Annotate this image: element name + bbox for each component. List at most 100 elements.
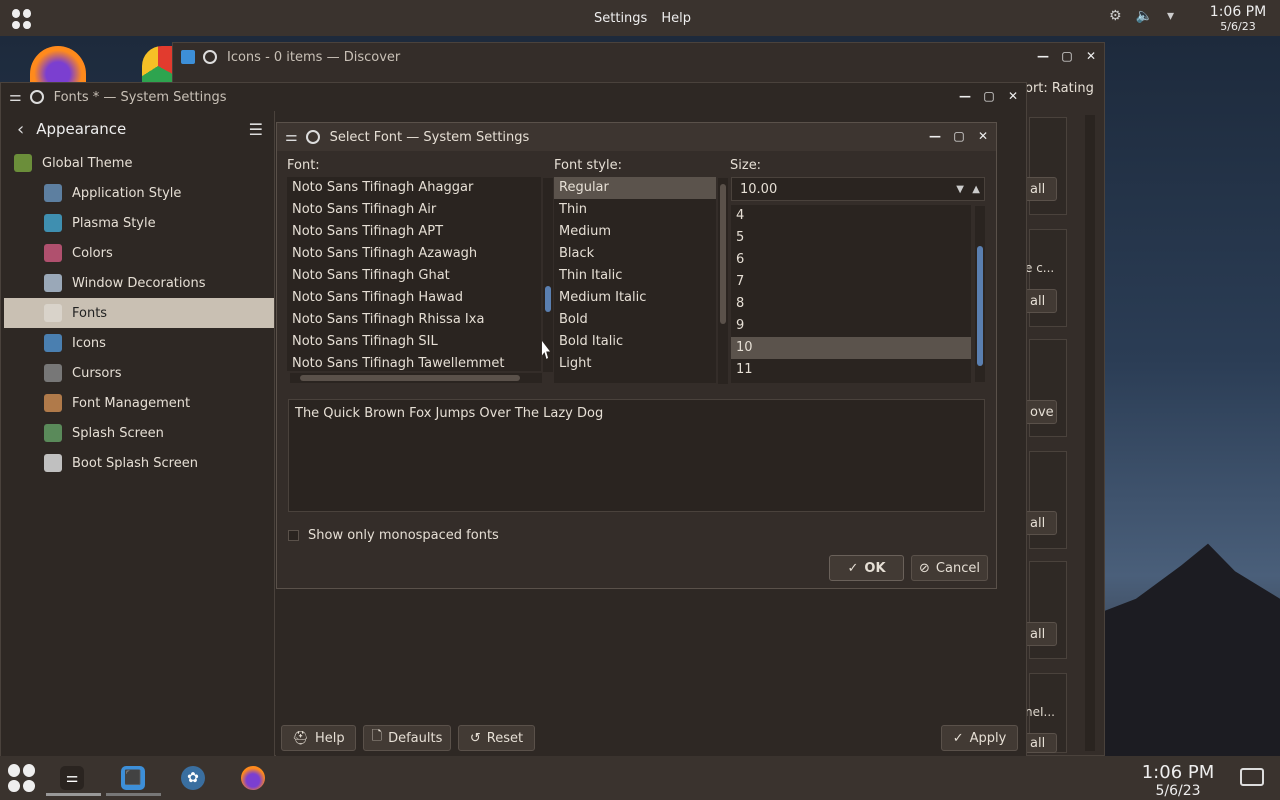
style-list-scrollbar[interactable] [718, 178, 728, 384]
style-list-item[interactable]: Thin Italic [554, 265, 716, 287]
top-clock[interactable]: 1:06 PM 5/6/23 [1206, 4, 1270, 33]
discover-install-button[interactable]: all [1025, 622, 1057, 646]
dialog-titlebar[interactable]: ⚌ Select Font — System Settings — ▢ ✕ [277, 123, 996, 151]
size-list-item[interactable]: 9 [731, 315, 971, 337]
maximize-icon[interactable]: ▢ [980, 87, 998, 105]
sidebar-item-cursors[interactable]: Cursors [4, 358, 274, 388]
font-list-scroll-thumb[interactable] [545, 286, 551, 312]
network-task-icon[interactable]: ✿ [181, 766, 205, 790]
minimize-icon[interactable]: — [956, 87, 974, 105]
menu-help[interactable]: Help [661, 11, 691, 26]
font-list-item[interactable]: Noto Sans Tifinagh Azawagh [287, 243, 541, 265]
sidebar-item-global-theme[interactable]: Global Theme [4, 148, 274, 178]
apply-button[interactable]: ✓ Apply [941, 725, 1018, 751]
reset-button[interactable]: ↺ Reset [458, 725, 535, 751]
back-arrow-icon[interactable]: ‹ [17, 119, 24, 140]
discover-install-button[interactable]: all [1025, 511, 1057, 535]
discover-titlebar[interactable]: Icons - 0 items — Discover — ▢ ✕ [173, 43, 1104, 71]
font-list-hscrollbar[interactable] [290, 373, 542, 383]
font-list-item[interactable]: Noto Sans Tifinagh APT [287, 221, 541, 243]
settings-titlebar[interactable]: ⚌ Fonts * — System Settings — ▢ ✕ [1, 83, 1026, 111]
sidebar-item-plasma-style[interactable]: Plasma Style [4, 208, 274, 238]
font-list-item[interactable]: Noto Sans Tifinagh SIL [287, 331, 541, 353]
close-icon[interactable]: ✕ [974, 127, 992, 145]
maximize-icon[interactable]: ▢ [1058, 47, 1076, 65]
font-list-item[interactable]: Noto Sans Tifinagh Air [287, 199, 541, 221]
font-family-list[interactable]: Noto Sans Tifinagh Ahaggar Noto Sans Tifi… [287, 177, 541, 371]
firefox-task-icon[interactable] [241, 766, 265, 790]
font-preview[interactable]: The Quick Brown Fox Jumps Over The Lazy … [288, 399, 985, 512]
style-list-item[interactable]: Regular [554, 177, 716, 199]
sidebar-item-window-decorations[interactable]: Window Decorations [4, 268, 274, 298]
monospace-checkbox[interactable] [288, 530, 299, 541]
sidebar-item-font-management[interactable]: Font Management [4, 388, 274, 418]
size-list-scroll-thumb[interactable] [977, 246, 983, 366]
discover-scrollbar[interactable] [1085, 115, 1095, 751]
volume-icon[interactable]: 🔈 [1136, 8, 1153, 24]
sidebar-item-icons[interactable]: Icons [4, 328, 274, 358]
taskbar-launcher-icon[interactable] [8, 764, 36, 792]
font-list-item[interactable]: Noto Sans Tifinagh Tawellemmet [287, 353, 541, 371]
close-icon[interactable]: ✕ [1082, 47, 1100, 65]
monospace-label[interactable]: Show only monospaced fonts [308, 528, 499, 543]
style-list-item[interactable]: Black [554, 243, 716, 265]
discover-install-button[interactable]: all [1025, 289, 1057, 313]
hamburger-menu-icon[interactable]: ☰ [249, 120, 263, 139]
style-list-item[interactable]: Bold [554, 309, 716, 331]
style-list-item[interactable]: Medium Italic [554, 287, 716, 309]
sidebar-item-fonts[interactable]: Fonts [4, 298, 274, 328]
size-value[interactable]: 10.00 [740, 182, 777, 197]
style-list-item[interactable]: Light [554, 353, 716, 375]
size-list-scrollbar[interactable] [975, 206, 985, 382]
style-list-item[interactable]: Thin [554, 199, 716, 221]
defaults-button[interactable]: 🗋 Defaults [363, 725, 451, 751]
size-decrease-icon[interactable]: ▼ [956, 184, 964, 195]
font-list-item[interactable]: Noto Sans Tifinagh Ahaggar [287, 177, 541, 199]
style-list-scroll-thumb[interactable] [720, 184, 726, 324]
font-list-item[interactable]: Noto Sans Tifinagh Rhissa Ixa [287, 309, 541, 331]
style-list-item[interactable]: Medium [554, 221, 716, 243]
minimize-icon[interactable]: — [926, 127, 944, 145]
font-list-hscroll-thumb[interactable] [300, 375, 520, 381]
taskbar-clock[interactable]: 1:06 PM 5/6/23 [1138, 762, 1218, 799]
minimize-icon[interactable]: — [1034, 47, 1052, 65]
help-button[interactable]: ⛑ Help [281, 725, 356, 751]
sidebar-item-application-style[interactable]: Application Style [4, 178, 274, 208]
size-list-item[interactable]: 6 [731, 249, 971, 271]
dialog-pin-icon[interactable] [305, 130, 320, 144]
system-settings-task-icon[interactable]: ⚌ [60, 766, 84, 790]
font-list-item[interactable]: Noto Sans Tifinagh Ghat [287, 265, 541, 287]
size-list-item[interactable]: 10 [731, 337, 971, 359]
font-style-list[interactable]: Regular Thin Medium Black Thin Italic Medium … [554, 177, 716, 383]
ok-button[interactable]: ✓ OK [829, 555, 904, 581]
size-increase-icon[interactable]: ▲ [972, 184, 980, 195]
size-list-item[interactable]: 5 [731, 227, 971, 249]
discover-sort-label[interactable]: ort: Rating [1025, 81, 1094, 96]
size-list-item[interactable]: 8 [731, 293, 971, 315]
app-launcher-icon[interactable] [12, 9, 32, 29]
cancel-button[interactable]: ⊘ Cancel [911, 555, 988, 581]
font-list-scrollbar[interactable] [543, 178, 553, 372]
discover-install-button[interactable]: all [1025, 177, 1057, 201]
sidebar-item-boot-splash-screen[interactable]: Boot Splash Screen [4, 448, 274, 478]
show-desktop-icon[interactable] [1240, 768, 1264, 786]
chrome-desktop-icon[interactable] [142, 46, 174, 86]
discover-remove-button[interactable]: ove [1025, 400, 1057, 424]
size-spinbox[interactable]: 10.00 ▼ ▲ [731, 177, 985, 201]
maximize-icon[interactable]: ▢ [950, 127, 968, 145]
network-icon[interactable]: ⚙ [1109, 8, 1122, 24]
font-list-item[interactable]: Noto Sans Tifinagh Hawad [287, 287, 541, 309]
style-list-item[interactable]: Bold Italic [554, 331, 716, 353]
sidebar-item-splash-screen[interactable]: Splash Screen [4, 418, 274, 448]
size-list-item[interactable]: 4 [731, 205, 971, 227]
size-list-item[interactable]: 11 [731, 359, 971, 381]
menu-settings[interactable]: Settings [594, 11, 647, 26]
discover-pin-icon[interactable] [203, 50, 217, 64]
close-icon[interactable]: ✕ [1004, 87, 1022, 105]
size-list-item[interactable]: 7 [731, 271, 971, 293]
discover-install-button[interactable]: all [1025, 733, 1057, 753]
sidebar-item-colors[interactable]: Colors [4, 238, 274, 268]
settings-pin-icon[interactable] [29, 90, 44, 104]
size-list[interactable]: 4 5 6 7 8 9 10 11 [731, 205, 971, 383]
discover-task-icon[interactable]: ⬛ [121, 766, 145, 790]
